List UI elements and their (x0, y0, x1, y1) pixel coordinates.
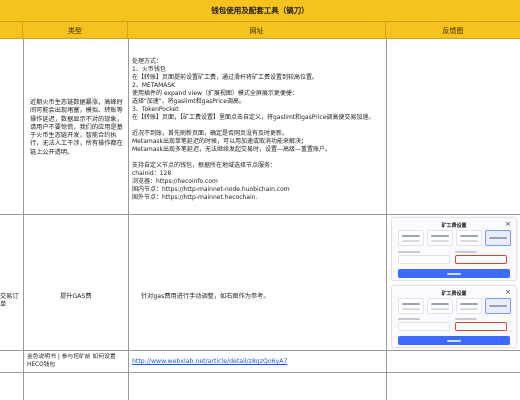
option-line (431, 235, 449, 237)
header-feedback-label: 反馈图 (442, 26, 464, 35)
row1-desc-line: 国外节点：https://http-mainnet.hecochain. (132, 194, 258, 201)
field-label (455, 318, 477, 320)
confirm-button (398, 269, 510, 278)
option-line (460, 308, 478, 310)
thumb-title: 矿工费设置 (441, 223, 467, 229)
grid-vline (386, 39, 387, 400)
header-type-label: 类型 (68, 26, 82, 35)
row1-desc-line: 处理方式： (132, 58, 163, 65)
option-line (489, 237, 507, 239)
option-line (402, 235, 420, 237)
row1-url-cell[interactable]: 处理方式： 1、火币钱包 在【转账】页面提前设置矿工费，通过滑杆将矿工费设置到较高位… (132, 58, 384, 202)
row1-desc-line: Metamask出现单笔延迟的时候，可以用加速或取消功能来解决； (132, 138, 308, 145)
gas-price-field (398, 255, 450, 264)
field-label (398, 251, 420, 253)
row3-url-cell[interactable]: http://www.webxlab.net/article/detail/z8… (132, 358, 384, 366)
option-line (460, 240, 478, 242)
header-cell-feedback[interactable]: 反馈图 (386, 22, 520, 39)
row1-desc-line: 在【转账】页面提前设置矿工费，通过滑杆将矿工费设置到较高位置。 (132, 74, 319, 81)
option-line (402, 308, 420, 310)
row2-type-text: 提升GAS费 (60, 293, 92, 300)
gas-limit-field (455, 322, 507, 331)
fee-option-custom (485, 298, 511, 314)
option-line (431, 240, 449, 242)
row1-desc-line: 使用插件的 expand view（扩展视图）模式全屏展示更便捷： (132, 90, 298, 97)
sheet-title: 钱包使用及配套工具（镐刀） (0, 0, 520, 22)
fee-option-normal (427, 230, 453, 246)
row1-type-text: 近期火币生态链数据暴涨，高峰时间可能会出现堵塞，模拟、转账等操作延迟，数据显示不… (30, 99, 123, 156)
row2-type-cell[interactable]: 提升GAS费 (60, 293, 120, 301)
sheet-title-text: 钱包使用及配套工具（镐刀） (211, 6, 309, 15)
grid-vline (128, 39, 129, 400)
field-label (455, 251, 477, 253)
row3-type-cell[interactable]: 金色说明书 | 参与挖矿前 如何设置HECO钱包 (27, 354, 127, 369)
button-label-bar (447, 339, 461, 342)
row1-desc-line: 近况不到账，首先刷新页面，确定是否网页没有及时更新。 (132, 130, 289, 137)
fee-option-slow (398, 230, 424, 246)
option-line (431, 308, 449, 310)
close-icon: × (505, 220, 511, 228)
option-line (460, 303, 478, 305)
row1-desc-line: chainid：128 (132, 170, 172, 177)
row3-type-text: 金色说明书 | 参与挖矿前 如何设置HECO钱包 (27, 354, 116, 368)
article-link[interactable]: http://www.webxlab.net/article/detail/z8… (132, 358, 287, 365)
fee-option-normal (427, 298, 453, 314)
header-cell-url[interactable]: 网址 (128, 22, 386, 39)
option-line (402, 240, 420, 242)
row1-desc-line: 浏览器：https://hecoinfo.com (132, 178, 218, 185)
option-line (489, 305, 507, 307)
fee-option-slow (398, 298, 424, 314)
row1-desc-line: 3、TokenPocket (132, 106, 179, 113)
header-row: 类型 网址 反馈图 (0, 22, 520, 39)
row1-type-cell[interactable]: 近期火币生态链数据暴涨，高峰时间可能会出现堵塞，模拟、转账等操作延迟，数据显示不… (30, 99, 125, 157)
row2-left-text: 交易订单 (0, 293, 19, 308)
fee-option-custom (485, 230, 511, 246)
row1-desc-line: 选择"加速"，将gaslimt和gasPrice调高。 (132, 98, 245, 105)
row1-desc-line: 支持自定义节点的钱包，根据所在地域选择节点服务： (132, 162, 277, 169)
fee-option-fast (456, 298, 482, 314)
row1-desc-line: 2、METAMASK (132, 82, 176, 89)
row1-desc-line: 1、火币钱包 (132, 66, 166, 73)
row1-desc-line: 国内节点：https://http-mainnet-node.huobichai… (132, 186, 290, 193)
grid-hline (0, 214, 520, 215)
row1-desc-line (132, 122, 384, 130)
row2-left-cell[interactable]: 交易订单 (0, 293, 23, 309)
grid-hline (0, 350, 520, 351)
row1-desc-line: 在【转账】页面，【矿工费设置】里面点击自定义，将gaslimt和gasPrice… (132, 114, 375, 121)
gas-settings-screenshot-1: 矿工费设置 × (391, 217, 517, 281)
option-line (460, 235, 478, 237)
thumb-title: 矿工费设置 (441, 291, 467, 297)
close-icon: × (505, 288, 511, 296)
row2-desc-text: 针对gas费用进行手动调整，如右图作为参考。 (141, 293, 270, 300)
confirm-button (398, 336, 510, 345)
gas-limit-field (455, 255, 507, 264)
option-line (402, 303, 420, 305)
header-cell-blank[interactable] (0, 22, 23, 39)
row2-desc-cell[interactable]: 针对gas费用进行手动调整，如右图作为参考。 (141, 293, 381, 301)
row1-desc-line: Metamask出现多笔延迟，无法继续发起交易时，设置—高级—重置账户。 (132, 146, 332, 153)
field-label (398, 318, 420, 320)
button-label-bar (447, 272, 461, 275)
spreadsheet-view: 钱包使用及配套工具（镐刀） 类型 网址 反馈图 近期火币生态链数据暴涨，高峰时间… (0, 0, 520, 400)
gas-price-field (398, 322, 450, 331)
option-line (431, 303, 449, 305)
header-url-label: 网址 (249, 26, 264, 35)
row1-desc-line (132, 154, 384, 162)
grid-hline (0, 372, 520, 373)
fee-option-fast (456, 230, 482, 246)
grid-vline (23, 39, 24, 400)
header-cell-type[interactable]: 类型 (23, 22, 128, 39)
gas-settings-screenshot-2: 矿工费设置 × (391, 285, 517, 348)
